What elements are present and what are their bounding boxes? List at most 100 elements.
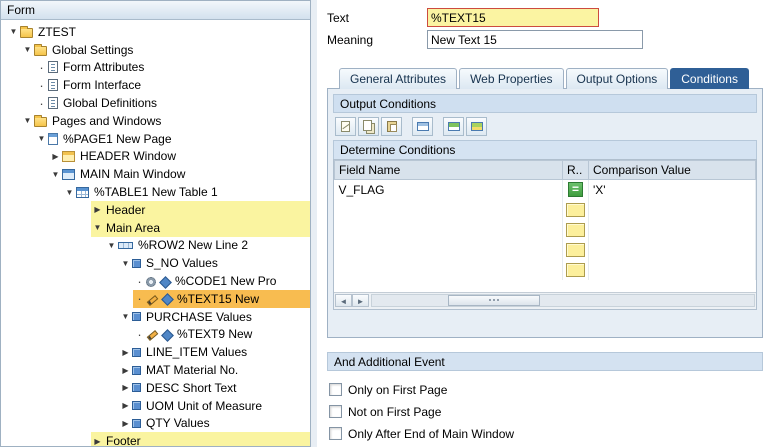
relation-cell[interactable]: = (562, 179, 589, 200)
cut-button[interactable] (335, 117, 356, 136)
tree-item-global-definitions[interactable]: · Global Definitions (1, 94, 310, 112)
checkbox[interactable] (329, 427, 342, 440)
comparison-value-cell[interactable] (588, 239, 756, 260)
field-name-cell[interactable] (334, 259, 563, 280)
collapse-arrow-icon[interactable]: ▼ (35, 134, 48, 143)
window-blue-icon (62, 168, 75, 180)
relation-input[interactable] (566, 262, 585, 277)
tree-item-header[interactable]: ▶ Header (1, 200, 310, 219)
insert-line-button[interactable] (443, 117, 464, 136)
scroll-left-button[interactable]: ◄ (335, 294, 352, 307)
checkbox-row-not-on-first-page[interactable]: Not on First Page (329, 401, 761, 423)
append-line-button[interactable] (466, 117, 487, 136)
copy-button[interactable] (358, 117, 379, 136)
tree-item-text15-new[interactable]: · %TEXT15 New (1, 289, 310, 308)
comparison-value-cell[interactable]: 'X' (588, 179, 756, 200)
relation-cell[interactable] (562, 199, 589, 220)
expand-arrow-icon[interactable]: ▶ (49, 152, 62, 161)
tree-item-s-no-values[interactable]: ▼ S_NO Values (1, 254, 310, 272)
tree-item-global-settings[interactable]: ▼ Global Settings (1, 41, 310, 59)
folder-icon (34, 43, 47, 56)
checkbox[interactable] (329, 405, 342, 418)
tree-item-text9-new[interactable]: · %TEXT9 New (1, 326, 310, 344)
comparison-value-cell[interactable] (588, 219, 756, 240)
tree-item-header-window[interactable]: ▶ HEADER Window (1, 148, 310, 166)
tree-item-footer[interactable]: ▶ Footer (1, 432, 310, 446)
tree-item-row2-new-line-2[interactable]: ▼ %ROW2 New Line 2 (1, 237, 310, 255)
scrollbar-track[interactable] (371, 294, 755, 307)
select-button[interactable] (412, 117, 433, 136)
cell-icon (132, 258, 141, 268)
checkbox-label: Only on First Page (348, 382, 448, 397)
tree-item-pages-and-windows[interactable]: ▼ Pages and Windows (1, 112, 310, 130)
meaning-input[interactable] (427, 30, 643, 49)
collapse-arrow-icon[interactable]: ▼ (119, 312, 132, 321)
collapse-arrow-icon[interactable]: ▼ (21, 116, 34, 125)
field-name-cell[interactable] (334, 239, 563, 260)
tree-item-code1-new-pro[interactable]: · %CODE1 New Pro (1, 272, 310, 290)
scroll-right-button[interactable]: ► (352, 294, 369, 307)
checkbox-label: Not on First Page (348, 404, 442, 419)
collapse-arrow-icon[interactable]: ▼ (21, 45, 34, 54)
expand-arrow-icon[interactable]: ▶ (119, 366, 132, 375)
tree-item-table1-new-table-1[interactable]: ▼ %TABLE1 New Table 1 (1, 183, 310, 201)
equals-operator-icon[interactable]: = (568, 182, 583, 198)
row-icon (118, 242, 133, 250)
collapse-arrow-icon[interactable]: ▼ (7, 27, 20, 36)
tree-item-uom-unit-of-measure[interactable]: ▶ UOM Unit of Measure (1, 397, 310, 415)
field-name-cell[interactable]: V_FLAG (334, 179, 563, 200)
tree-item-page1-new-page[interactable]: ▼ %PAGE1 New Page (1, 130, 310, 148)
relation-cell[interactable] (562, 239, 589, 260)
expand-arrow-icon[interactable]: ▶ (119, 383, 132, 392)
tab-conditions[interactable]: Conditions (670, 68, 749, 89)
conditions-table: Field Name R.. Comparison Value V_FLAG = 'X' (334, 160, 756, 280)
tree-item-main-area[interactable]: ▼ Main Area (1, 218, 310, 237)
tree-item-ztest[interactable]: ▼ ZTEST (1, 23, 310, 41)
expand-arrow-icon[interactable]: ▶ (91, 205, 104, 214)
paste-button[interactable] (381, 117, 402, 136)
relation-cell[interactable] (562, 219, 589, 240)
tree-item-label: Main Area (106, 220, 161, 235)
comparison-value-cell[interactable] (588, 259, 756, 280)
tree-item-purchase-values[interactable]: ▼ PURCHASE Values (1, 308, 310, 326)
insert-line-icon (447, 122, 460, 131)
window-yellow-icon (62, 150, 75, 162)
comparison-value-cell[interactable] (588, 199, 756, 220)
tree-item-line-item-values[interactable]: ▶ LINE_ITEM Values (1, 343, 310, 361)
tree-item-form-interface[interactable]: · Form Interface (1, 76, 310, 94)
conditions-table-area: Field Name R.. Comparison Value V_FLAG = 'X'… (333, 159, 757, 310)
tab-web-properties[interactable]: Web Properties (459, 68, 564, 89)
additional-event-section: And Additional Event Only on First Page N… (327, 351, 763, 445)
collapse-arrow-icon[interactable]: ▼ (119, 259, 132, 268)
field-name-cell[interactable] (334, 199, 563, 220)
checkbox-row-only-after-end-of-main-window[interactable]: Only After End of Main Window (329, 423, 761, 445)
expand-arrow-icon[interactable]: ▶ (119, 419, 132, 428)
relation-input[interactable] (566, 222, 585, 237)
field-name-cell[interactable] (334, 219, 563, 240)
tree-item-desc-short-text[interactable]: ▶ DESC Short Text (1, 379, 310, 397)
tree-item-form-attributes[interactable]: · Form Attributes (1, 59, 310, 77)
folder-icon (34, 114, 47, 127)
checkbox[interactable] (329, 383, 342, 396)
text-name-input[interactable] (427, 8, 599, 27)
relation-cell[interactable] (562, 259, 589, 280)
checkbox-row-only-on-first-page[interactable]: Only on First Page (329, 379, 761, 401)
tab-general-attributes[interactable]: General Attributes (339, 68, 458, 89)
tab-output-options[interactable]: Output Options (565, 68, 669, 89)
collapse-arrow-icon[interactable]: ▼ (63, 188, 76, 197)
collapse-arrow-icon[interactable]: ▼ (49, 170, 62, 179)
expand-arrow-icon[interactable]: ▶ (91, 437, 104, 446)
expand-arrow-icon[interactable]: ▶ (119, 348, 132, 357)
tree-item-qty-values[interactable]: ▶ QTY Values (1, 415, 310, 433)
scrollbar-thumb[interactable] (448, 295, 541, 306)
tree-item-mat-material-no[interactable]: ▶ MAT Material No. (1, 361, 310, 379)
collapse-arrow-icon[interactable]: ▼ (105, 241, 118, 250)
relation-input[interactable] (566, 202, 585, 217)
horizontal-scrollbar[interactable]: ◄ ► (334, 291, 756, 309)
tree-item-main-main-window[interactable]: ▼ MAIN Main Window (1, 165, 310, 183)
relation-input[interactable] (566, 242, 585, 257)
collapse-arrow-icon[interactable]: ▼ (91, 223, 104, 232)
expand-arrow-icon[interactable]: ▶ (119, 401, 132, 410)
